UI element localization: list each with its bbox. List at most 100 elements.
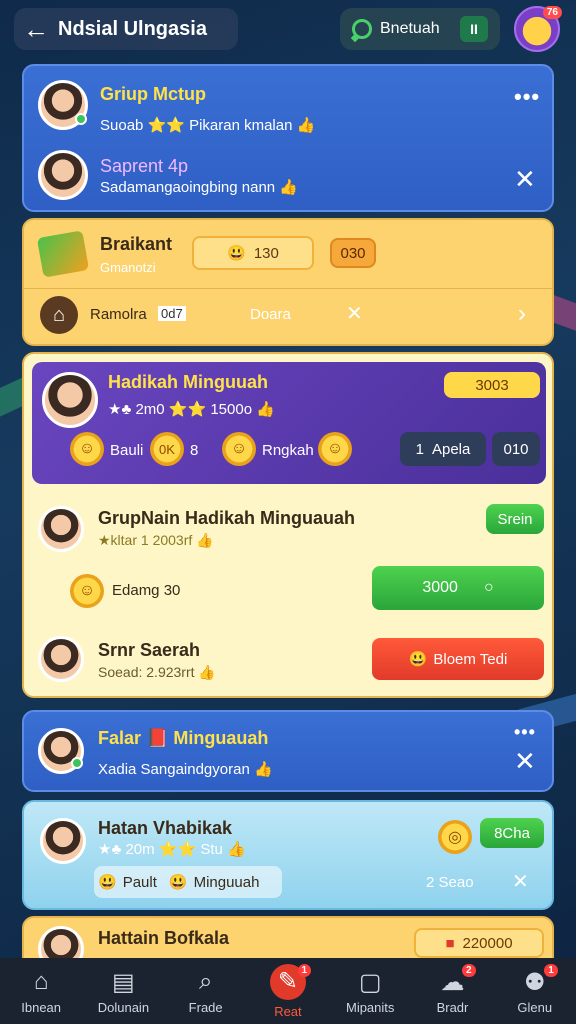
reaction-chip[interactable]: 😃 Pault 😃 Minguuah — [94, 866, 282, 898]
close-icon[interactable]: ✕ — [346, 304, 363, 324]
open-button[interactable]: Srein — [486, 504, 544, 534]
weekly-title: Hadikah Minguuah — [108, 372, 269, 392]
weekly-banner: Hadikah Minguuah ★♣ 2m0 ⭐⭐ 1500o 👍 3003 … — [32, 362, 546, 484]
coin-icon: 0K — [150, 432, 184, 466]
emoji-icon: 😃 — [98, 874, 117, 891]
profile-avatar[interactable]: 76 — [514, 6, 562, 52]
nav-badge: 1 — [544, 964, 558, 977]
nav-item-menu[interactable]: ⚉ 1 Glenu — [494, 958, 576, 1024]
avatar — [40, 818, 86, 864]
apela-pill[interactable]: 1 Apela — [400, 432, 486, 466]
score-pill: ■ 220000 — [414, 928, 544, 958]
coin-icon: ◎ — [438, 820, 472, 854]
weekly-chat-card[interactable]: Falar 📕 Minguauah Xadia Sangaindgyoran 👍… — [22, 710, 554, 792]
online-dot — [71, 757, 83, 769]
emoji-icon: 😃 — [408, 651, 428, 668]
coin-icon: ☺ — [70, 574, 104, 608]
left-label: Bauli — [110, 442, 144, 459]
status-pill[interactable]: Bnetuah II — [340, 8, 500, 50]
row-tag: 0d7 — [158, 306, 186, 321]
home-icon: ⌂ — [40, 296, 78, 334]
nav-label: Frade — [188, 999, 223, 1015]
emoji-icon: 😃 — [227, 245, 246, 262]
left-badge: 0K — [159, 441, 175, 457]
group-title: Griup Mctup — [100, 84, 206, 104]
partial-title: Hattain Bofkala — [98, 928, 230, 948]
avatar — [38, 150, 88, 200]
avatar — [38, 728, 84, 774]
top-bar: ← Ndsial Ulngasia Bnetuah II 76 — [0, 0, 576, 58]
chat-title: Falar 📕 Minguauah — [98, 728, 269, 748]
nav-item-document[interactable]: ▤ Dolunain — [82, 958, 164, 1024]
avatar — [38, 506, 84, 552]
title-pill: ← Ndsial Ulngasia — [14, 8, 238, 50]
group-name: GrupNain Hadikah Minguauah — [98, 508, 356, 528]
event-card[interactable]: Hatan Vhabikak ★♣ 20m ⭐⭐ Stu 👍 ◎ 8Cha 😃 … — [22, 800, 554, 910]
score-value: 130 — [253, 244, 279, 262]
more-options-icon[interactable]: ••• — [514, 84, 540, 110]
avatar — [38, 636, 84, 682]
event-title: Hatan Vhabikak — [98, 818, 233, 838]
reward-subtitle: Gmanotzi — [100, 260, 156, 275]
score-value: 220000 — [462, 934, 513, 952]
coin-icon: ☺ — [70, 432, 104, 466]
back-arrow-icon[interactable]: ← — [14, 14, 58, 45]
nav-badge: 1 — [297, 964, 312, 977]
member-name: Srnr Saerah — [98, 640, 201, 660]
nav-item-home[interactable]: ⌂ Ibnean — [0, 958, 82, 1024]
weekly-subtitle: ★♣ 2m0 ⭐⭐ 1500o 👍 — [108, 401, 275, 418]
pause-button[interactable]: II — [460, 16, 488, 42]
score-pill: 😃 130 — [192, 236, 314, 270]
row-middle: Doara — [250, 306, 291, 323]
group-subtitle: Suoab ⭐⭐ Pikaran kmalan 👍 — [100, 117, 316, 134]
weekly-gift-card[interactable]: Hadikah Minguuah ★♣ 2m0 ⭐⭐ 1500o 👍 3003 … — [22, 352, 554, 698]
stat-label: Edamg 30 — [112, 582, 181, 599]
nav-badge: 2 — [462, 964, 476, 977]
page-title: Ndsial Ulngasia — [58, 17, 207, 40]
square-icon: ▢ — [358, 968, 382, 996]
chevron-right-icon[interactable]: › — [518, 302, 526, 326]
more-options-icon[interactable]: ••• — [514, 722, 536, 743]
chip-label-1: Pault — [122, 873, 157, 891]
nav-item-cloud[interactable]: ☁ 2 Bradr — [411, 958, 493, 1024]
score-badge: 030 — [330, 238, 376, 268]
nav-item-search[interactable]: ⌕ Frade — [165, 958, 247, 1024]
nav-label: Bradr — [436, 999, 469, 1015]
status-label: Bnetuah — [380, 20, 440, 37]
nav-item-square[interactable]: ▢ Mipanits — [329, 958, 411, 1024]
row-label: Ramolra — [90, 306, 147, 323]
nav-item-active[interactable]: ✎ 1 Reat — [247, 958, 329, 1024]
avatar — [38, 80, 88, 130]
nav-label: Glenu — [517, 999, 553, 1015]
nav-label: Ibnean — [21, 999, 62, 1015]
cloud-icon: ☁ — [440, 968, 465, 996]
nav-label: Mipanits — [345, 999, 395, 1015]
notification-badge: 76 — [542, 6, 562, 19]
score-badge: 3003 — [444, 372, 540, 398]
menu-icon: ⚉ — [523, 968, 546, 996]
collapse-icon[interactable]: ✕ — [512, 872, 529, 892]
member-stats: Soead: 2.923rrt 👍 — [98, 664, 216, 680]
emoji-icon: 😃 — [168, 874, 188, 891]
event-badge[interactable]: 8Cha — [480, 818, 544, 848]
document-icon: ▤ — [112, 968, 135, 996]
group-stats: ★kltar 1 2003rf 👍 — [98, 532, 214, 548]
online-dot — [75, 113, 87, 125]
gift-icon — [36, 230, 90, 278]
left-extra: 8 — [190, 442, 199, 459]
avatar — [42, 372, 98, 428]
claim-button-label: 3000 — [422, 579, 458, 596]
close-icon[interactable]: ✕ — [514, 166, 536, 192]
group-card[interactable]: Griup Mctup Suoab ⭐⭐ Pikaran kmalan 👍 ••… — [22, 64, 554, 212]
coin-icon: ☺ — [222, 432, 256, 466]
gift-box-icon: ■ — [445, 934, 455, 952]
apela-number: 1 — [415, 440, 424, 458]
circle-icon: ○ — [483, 579, 494, 596]
action-button[interactable]: 😃 Bloem Tedi — [372, 638, 544, 680]
claim-button[interactable]: 3000 ○ — [372, 566, 544, 610]
nav-label: Reat — [274, 1003, 302, 1019]
home-icon: ⌂ — [33, 967, 49, 995]
bottom-nav: ⌂ Ibnean ▤ Dolunain ⌕ Frade ✎ 1 Reat ▢ M… — [0, 958, 576, 1024]
reward-card[interactable]: Braikant Gmanotzi 😃 130 030 ⌂ Ramolra 0d… — [22, 218, 554, 346]
close-icon[interactable]: ✕ — [514, 748, 536, 774]
